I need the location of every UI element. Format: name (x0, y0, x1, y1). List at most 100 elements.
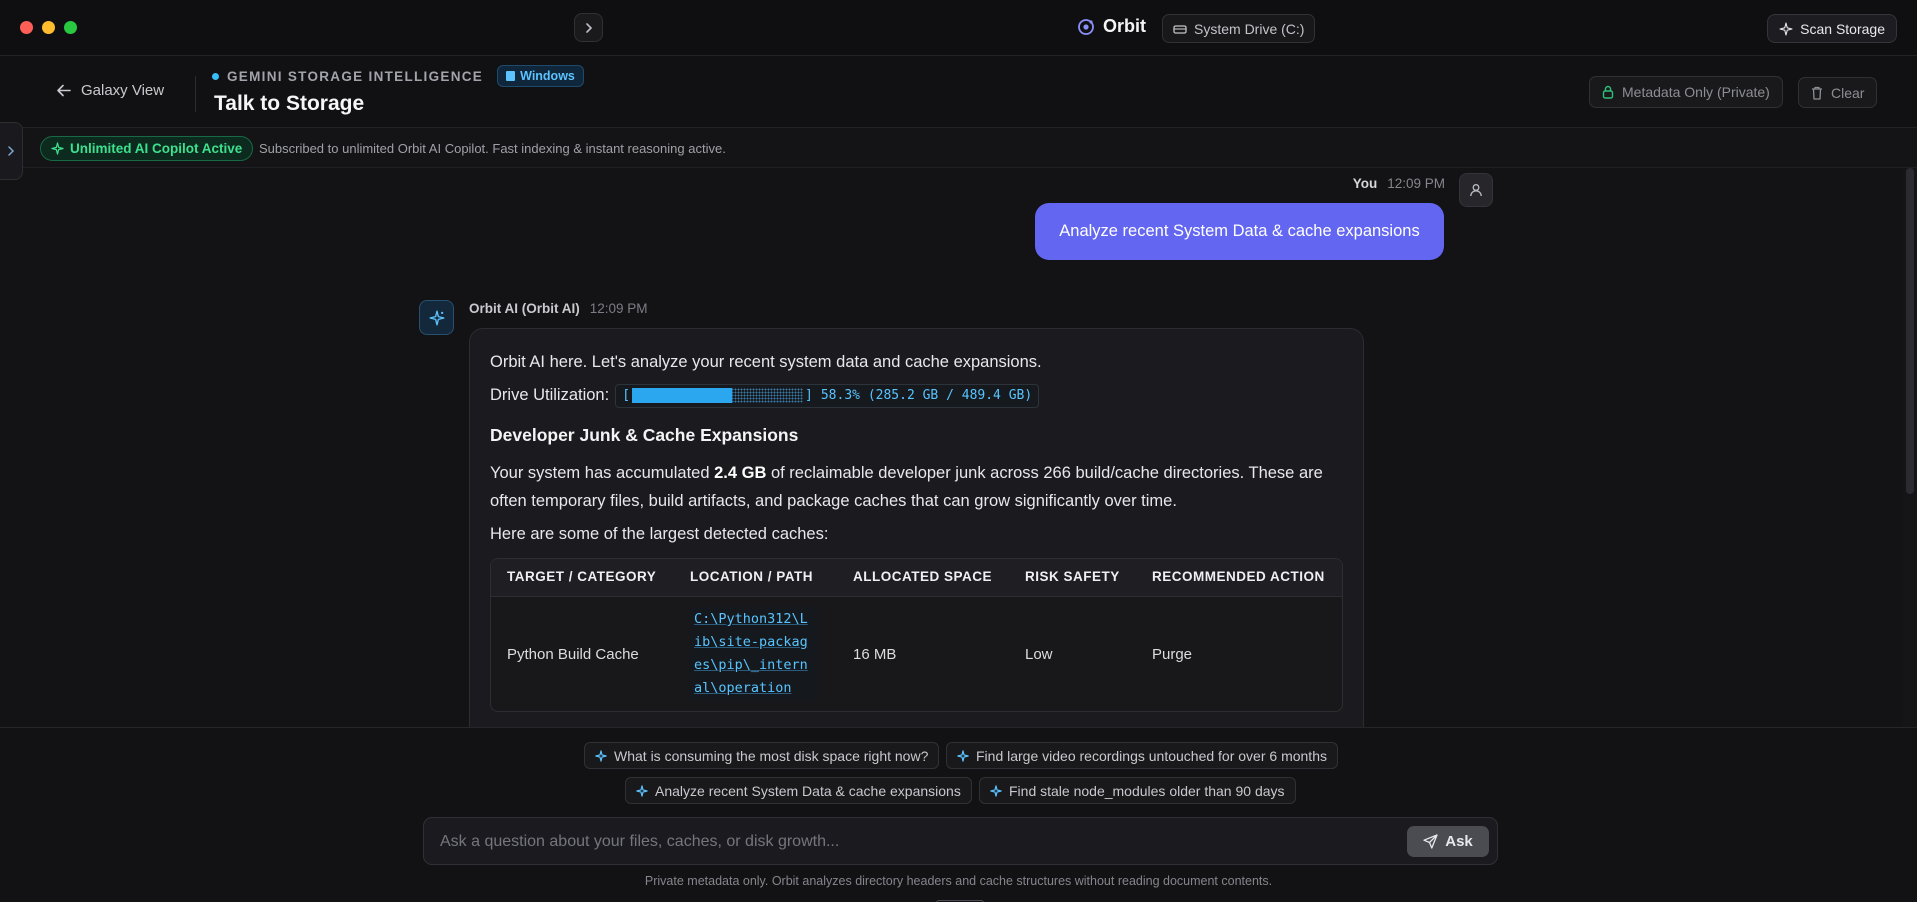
scan-storage-button[interactable]: Scan Storage (1767, 14, 1897, 43)
page-title: Talk to Storage (214, 92, 365, 115)
ask-label: Ask (1445, 833, 1473, 850)
chat-thread[interactable]: You 12:09 PM Analyze recent System Data … (0, 168, 1917, 727)
header-divider (195, 76, 196, 112)
column-header: RECOMMENDED ACTION (1136, 558, 1342, 598)
suggestion-label: Find large video recordings untouched fo… (976, 747, 1327, 764)
question-input[interactable] (440, 830, 1420, 854)
cell-size: 16 MB (853, 645, 897, 663)
utilization-bar-fill (632, 388, 732, 404)
user-sender: You (1352, 176, 1378, 191)
eyebrow-label: GEMINI STORAGE INTELLIGENCE (227, 68, 484, 84)
chevron-right-icon (585, 22, 592, 33)
table-header-row: TARGET / CATEGORY LOCATION / PATH ALLOCA… (491, 558, 1342, 598)
table-row[interactable]: Python Build Cache C:\Python312\Lib\site… (491, 597, 1342, 711)
minimize-window-button[interactable] (42, 21, 55, 34)
app-name: Orbit (1103, 16, 1146, 36)
cell-risk: Low (1025, 645, 1053, 663)
sparkle-icon (990, 784, 1002, 797)
suggestion-chip[interactable]: Find large video recordings untouched fo… (946, 742, 1338, 769)
title-bar: Orbit System Drive (C:) Scan Storage (0, 0, 1917, 56)
sparkle-icon (957, 749, 969, 762)
os-badge: Windows (497, 65, 584, 87)
composer-panel: What is consuming the most disk space ri… (0, 727, 1917, 902)
user-avatar (1459, 173, 1493, 207)
status-dot (212, 72, 219, 80)
suggestion-chip[interactable]: Find stale node_modules older than 90 da… (979, 777, 1296, 804)
column-header: LOCATION / PATH (674, 558, 837, 598)
chat-scrollbar-thumb[interactable] (1906, 168, 1914, 494)
cell-target: Python Build Cache (507, 645, 639, 663)
junk-summary-size: 2.4 GB (714, 464, 767, 483)
cache-list-intro: Here are some of the largest detected ca… (490, 524, 829, 543)
ask-box: Ask (423, 817, 1498, 865)
arrow-left-icon (57, 84, 71, 97)
clear-label: Clear (1831, 84, 1865, 101)
path-link[interactable]: C:\Python312\Lib\site-packages\pip\_inte… (690, 607, 818, 702)
cell-path: C:\Python312\Lib\site-packages\pip\_inte… (674, 597, 837, 711)
suggestion-label: What is consuming the most disk space ri… (614, 747, 929, 764)
close-window-button[interactable] (20, 21, 33, 34)
hard-drive-icon (1173, 24, 1187, 34)
send-icon (1423, 834, 1438, 849)
app-brand: Orbit (1077, 16, 1146, 37)
junk-summary-before: Your system has accumulated (490, 464, 715, 483)
sparkle-icon (595, 749, 607, 762)
back-label: Galaxy View (81, 82, 165, 99)
user-icon (1470, 184, 1482, 197)
user-message-meta: You 12:09 PM (1353, 176, 1445, 191)
meter-open-bracket: [ (622, 387, 631, 403)
trash-icon (1812, 86, 1822, 100)
sparkle-icon (51, 142, 64, 155)
utilization-value: 58.3% (285.2 GB / 489.4 GB) (820, 387, 1033, 403)
copilot-status-label: Unlimited AI Copilot Active (70, 141, 243, 156)
sparkle-icon (428, 309, 445, 326)
drive-label: System Drive (C:) (1194, 20, 1305, 37)
chevron-right-icon (8, 146, 15, 156)
user-timestamp: 12:09 PM (1387, 176, 1445, 191)
column-header: ALLOCATED SPACE (837, 558, 1009, 598)
page-header: Galaxy View GEMINI STORAGE INTELLIGENCE … (0, 56, 1917, 128)
subscription-text: Subscribed to unlimited Orbit AI Copilot… (259, 141, 726, 156)
sidebar-expand-button[interactable] (574, 13, 603, 42)
ask-button[interactable]: Ask (1407, 826, 1489, 857)
suggestion-chip[interactable]: What is consuming the most disk space ri… (584, 742, 940, 769)
utilization-bar-track (632, 388, 804, 404)
windows-icon (506, 71, 516, 81)
ai-timestamp: 12:09 PM (589, 301, 648, 316)
section-heading: Developer Junk & Cache Expansions (490, 425, 799, 446)
back-to-galaxy-view-button[interactable]: Galaxy View (56, 82, 164, 99)
ai-sender: Orbit AI (Orbit AI) (469, 301, 580, 316)
eyebrow: GEMINI STORAGE INTELLIGENCE Windows (212, 65, 584, 87)
suggestion-label: Find stale node_modules older than 90 da… (1009, 782, 1285, 799)
suggestion-label: Analyze recent System Data & cache expan… (655, 782, 961, 799)
junk-summary: Your system has accumulated 2.4 GB of re… (490, 460, 1343, 514)
sparkle-icon (636, 784, 648, 797)
metadata-only-toggle[interactable]: Metadata Only (Private) (1589, 76, 1783, 108)
cache-table: TARGET / CATEGORY LOCATION / PATH ALLOCA… (490, 557, 1343, 713)
drive-selector[interactable]: System Drive (C:) (1162, 14, 1316, 43)
suggestion-chip[interactable]: Analyze recent System Data & cache expan… (625, 777, 972, 804)
ai-intro: Orbit AI here. Let's analyze your recent… (490, 353, 1042, 371)
user-message-bubble: Analyze recent System Data & cache expan… (1035, 203, 1444, 260)
drive-utilization-label: Drive Utilization: (490, 386, 610, 405)
copilot-status-badge: Unlimited AI Copilot Active (40, 136, 254, 161)
column-header: RISK SAFETY (1009, 558, 1136, 598)
scan-storage-label: Scan Storage (1800, 20, 1885, 37)
maximize-window-button[interactable] (64, 21, 77, 34)
window-controls (20, 21, 77, 34)
metadata-only-label: Metadata Only (Private) (1622, 84, 1770, 100)
ai-message-card: Orbit AI here. Let's analyze your recent… (469, 328, 1364, 727)
ai-message-meta: Orbit AI (Orbit AI) 12:09 PM (469, 301, 648, 316)
lock-icon (1602, 85, 1614, 99)
cell-action: Purge (1152, 645, 1193, 663)
column-header: TARGET / CATEGORY (491, 558, 674, 598)
orbit-logo-icon (1078, 18, 1094, 35)
clear-chat-button[interactable]: Clear (1798, 77, 1878, 108)
meter-close-bracket: ] (805, 387, 813, 403)
privacy-note: Private metadata only. Orbit analyzes di… (644, 874, 1273, 888)
ai-avatar (419, 300, 454, 335)
drive-utilization-meter: [ ] 58.3% (285.2 GB / 489.4 GB) (615, 383, 1040, 408)
os-badge-label: Windows (520, 69, 575, 83)
drive-utilization-row: Drive Utilization: [ ] 58.3% (285.2 GB /… (490, 382, 1343, 409)
subscription-banner: Unlimited AI Copilot Active Subscribed t… (0, 128, 1917, 168)
